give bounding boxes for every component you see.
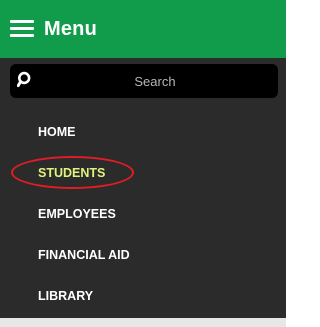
mobile-menu: Menu HOME STUDENTS EMPLOYEES FINANCIAL A… — [0, 0, 286, 327]
nav-label-home: HOME — [38, 125, 76, 139]
nav-item-library[interactable]: LIBRARY — [0, 276, 286, 317]
menu-toggle-header[interactable]: Menu — [0, 0, 286, 58]
nav-label-students: STUDENTS — [38, 166, 106, 180]
bottom-bar — [0, 318, 286, 327]
search-icon[interactable] — [17, 71, 35, 89]
nav-label-financial-aid: FINANCIAL AID — [38, 248, 130, 262]
hamburger-icon[interactable] — [10, 20, 34, 38]
main-navigation: HOME STUDENTS EMPLOYEES FINANCIAL AID LI… — [0, 112, 286, 318]
menu-panel: HOME STUDENTS EMPLOYEES FINANCIAL AID LI… — [0, 58, 286, 318]
menu-title[interactable]: Menu — [44, 16, 97, 42]
nav-item-employees[interactable]: EMPLOYEES — [0, 194, 286, 235]
nav-label-library: LIBRARY — [38, 289, 94, 303]
hamburger-line-middle — [10, 27, 34, 30]
nav-item-students[interactable]: STUDENTS — [0, 153, 286, 194]
nav-item-home[interactable]: HOME — [0, 112, 286, 153]
hamburger-line-top — [10, 20, 34, 23]
search-box[interactable] — [10, 64, 278, 98]
nav-item-financial-aid[interactable]: FINANCIAL AID — [0, 235, 286, 276]
hamburger-line-bottom — [10, 34, 34, 37]
search-input[interactable] — [40, 66, 270, 96]
nav-label-employees: EMPLOYEES — [38, 207, 116, 221]
